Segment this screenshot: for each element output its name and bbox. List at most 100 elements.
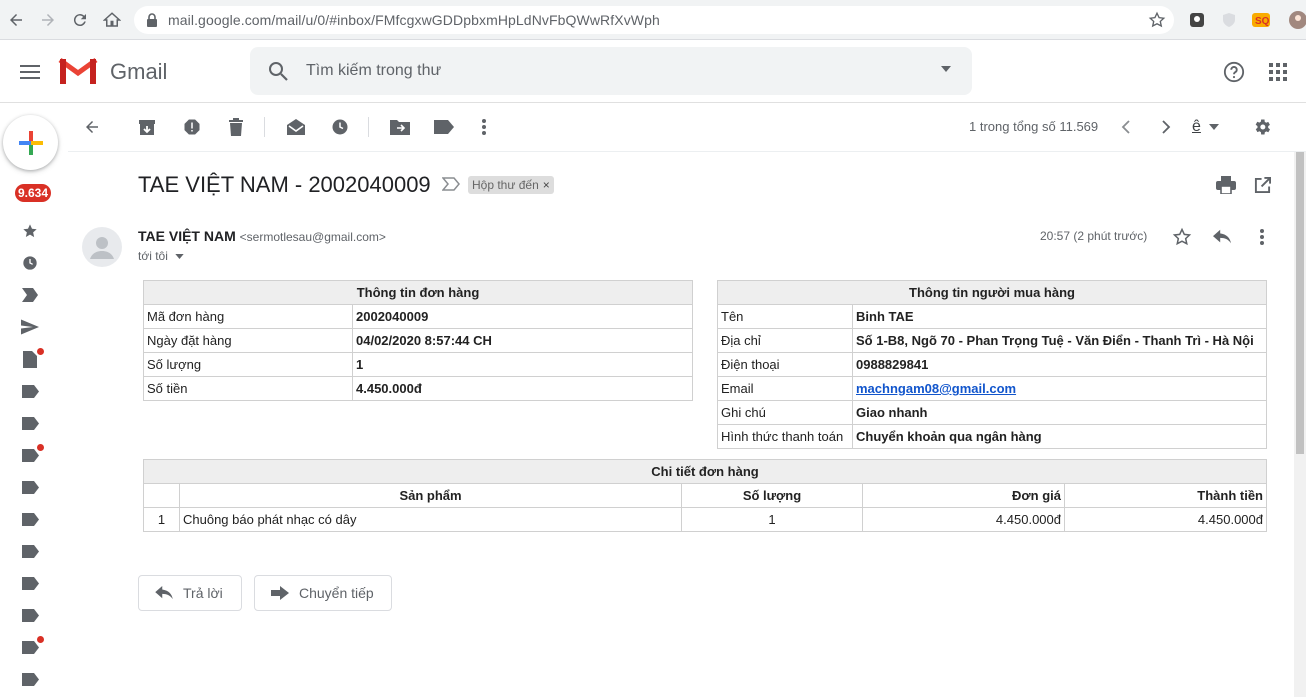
label-icon[interactable] (19, 412, 41, 434)
forward-icon[interactable] (36, 8, 60, 32)
reply-icon[interactable] (1210, 225, 1234, 249)
forward-arrow-icon (271, 586, 289, 600)
extension-shield-icon[interactable] (1219, 10, 1239, 30)
sender-line: TAE VIỆT NAM <sermotlesau@gmail.com> (138, 228, 386, 244)
back-icon[interactable] (4, 8, 28, 32)
bookmark-star-icon[interactable] (1148, 11, 1166, 29)
sender-avatar[interactable] (82, 227, 122, 267)
home-icon[interactable] (100, 8, 124, 32)
column-header: Sản phẩm (179, 483, 682, 508)
importance-marker-icon[interactable] (442, 177, 460, 191)
important-icon[interactable] (19, 284, 41, 306)
move-to-icon[interactable] (388, 115, 412, 139)
buyer-info-label: Địa chỉ (717, 328, 853, 353)
reply-label: Trả lời (183, 585, 223, 601)
snooze-icon[interactable] (328, 115, 352, 139)
buyer-info-label: Hình thức thanh toán (717, 424, 853, 449)
buyer-email-link[interactable]: machngam08@gmail.com (856, 381, 1016, 396)
extension-sq-icon[interactable]: SQ (1251, 10, 1271, 30)
profile-avatar-icon[interactable] (1288, 10, 1306, 30)
recipient-text: tới tôi (138, 249, 168, 263)
search-icon[interactable] (266, 59, 290, 83)
settings-gear-icon[interactable] (1250, 115, 1274, 139)
order-info-label: Ngày đặt hàng (143, 328, 353, 353)
mark-unread-icon[interactable] (284, 115, 308, 139)
chevron-down-icon (1208, 124, 1219, 130)
input-tools-button[interactable]: ê (1192, 115, 1232, 139)
table-row: Số lượng 1 (143, 352, 693, 377)
labels-icon[interactable] (432, 115, 456, 139)
item-total: 4.450.000đ (1064, 507, 1267, 532)
label-icon[interactable] (19, 604, 41, 626)
label-icon[interactable] (19, 572, 41, 594)
drafts-icon[interactable] (19, 348, 44, 370)
search-input[interactable] (306, 59, 906, 83)
input-tool-char: ê (1192, 118, 1201, 135)
toolbar-divider-line (68, 151, 1306, 152)
buyer-info-label: Ghi chú (717, 400, 853, 425)
table-row: Email machngam08@gmail.com (717, 376, 1267, 401)
toolbar-divider (264, 117, 265, 137)
sent-icon[interactable] (19, 316, 41, 338)
starred-icon[interactable] (19, 220, 41, 242)
label-icon[interactable] (19, 636, 44, 658)
scrollbar-track[interactable] (1294, 152, 1306, 697)
column-header: Thành tiền (1064, 483, 1267, 508)
search-options-icon[interactable] (940, 65, 952, 73)
buyer-info-label: Tên (717, 304, 853, 329)
buyer-info-value: Chuyển khoản qua ngân hàng (852, 424, 1267, 449)
delete-icon[interactable] (224, 115, 248, 139)
table-row: Hình thức thanh toán Chuyển khoản qua ng… (717, 424, 1267, 449)
newer-chevron-icon[interactable] (1114, 115, 1138, 139)
reload-icon[interactable] (68, 8, 92, 32)
extension-bulb-icon[interactable] (1187, 10, 1207, 30)
email-timestamp: 20:57 (2 phút trước) (1040, 229, 1148, 243)
order-info-label: Số tiền (143, 376, 353, 401)
search-bar (250, 47, 972, 95)
forward-button[interactable]: Chuyển tiếp (254, 575, 392, 611)
more-actions-icon[interactable] (1250, 225, 1274, 249)
sender-name[interactable]: TAE VIỆT NAM (138, 228, 236, 244)
archive-icon[interactable] (135, 115, 159, 139)
order-detail-title: Chi tiết đơn hàng (143, 459, 1267, 484)
back-to-inbox-icon[interactable] (80, 115, 104, 139)
label-icon[interactable] (19, 444, 44, 466)
table-row: Ghi chú Giao nhanh (717, 400, 1267, 425)
label-icon[interactable] (19, 380, 41, 402)
snoozed-icon[interactable] (19, 252, 41, 274)
open-new-window-icon[interactable] (1250, 173, 1274, 197)
main-menu-icon[interactable] (14, 58, 46, 86)
scrollbar-thumb[interactable] (1296, 152, 1304, 454)
gmail-logo-icon[interactable] (58, 56, 98, 86)
label-notification-dot (37, 444, 44, 451)
toolbar-divider (368, 117, 369, 137)
label-icon[interactable] (19, 476, 41, 498)
recipient-chevron-down-icon (175, 254, 184, 260)
compose-button[interactable] (3, 115, 58, 170)
apps-grid-icon[interactable] (1263, 57, 1293, 87)
remove-label-icon[interactable]: × (543, 178, 550, 192)
print-icon[interactable] (1214, 173, 1238, 197)
label-icon[interactable] (19, 540, 41, 562)
buyer-info-value: 0988829841 (852, 352, 1267, 377)
inbox-unread-badge[interactable]: 9.634 (15, 184, 52, 202)
table-row: Địa chỉ Số 1-B8, Ngõ 70 - Phan Trọng Tuệ… (717, 328, 1267, 353)
label-icon[interactable] (19, 508, 41, 530)
report-spam-icon[interactable] (180, 115, 204, 139)
more-options-icon[interactable] (472, 115, 496, 139)
reply-button[interactable]: Trả lời (138, 575, 242, 611)
buyer-info-value: Giao nhanh (852, 400, 1267, 425)
address-bar[interactable]: mail.google.com/mail/u/0/#inbox/FMfcgxwG… (134, 6, 1174, 34)
svg-text:SQ: SQ (1255, 16, 1270, 27)
help-icon[interactable] (1219, 57, 1249, 87)
item-product: Chuông báo phát nhạc có dây (179, 507, 682, 532)
default-avatar-icon (90, 237, 114, 259)
buyer-info-title: Thông tin người mua hàng (717, 280, 1267, 305)
older-chevron-icon[interactable] (1154, 115, 1178, 139)
app-name[interactable]: Gmail (110, 59, 167, 85)
recipient-details[interactable]: tới tôi (138, 249, 184, 263)
column-header: Đơn giá (862, 483, 1065, 508)
star-icon[interactable] (1170, 225, 1194, 249)
label-icon[interactable] (19, 668, 41, 690)
inbox-label-chip[interactable]: Hộp thư đến × (468, 176, 554, 194)
